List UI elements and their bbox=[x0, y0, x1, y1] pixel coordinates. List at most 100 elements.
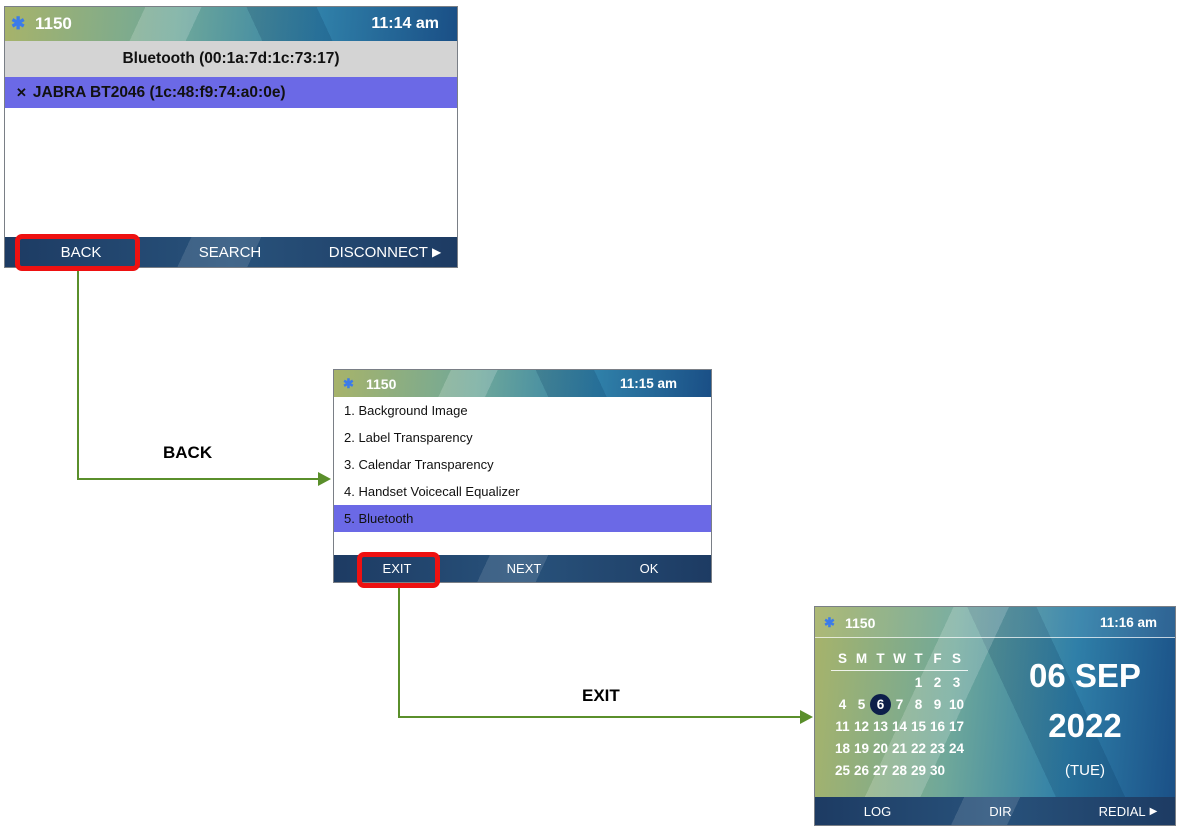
calendar-day: 10 bbox=[948, 697, 965, 712]
calendar-day: 14 bbox=[891, 719, 908, 734]
status-bar: ✱ 1150 11:15 am bbox=[334, 370, 711, 397]
calendar-week-row: 18 19 20 21 22 23 24 bbox=[833, 741, 966, 756]
arrowhead-icon bbox=[318, 472, 331, 486]
calendar-week-row: 1 2 3 bbox=[833, 675, 966, 690]
calendar-day: 27 bbox=[872, 763, 889, 778]
calendar-day: 20 bbox=[872, 741, 889, 756]
menu-item-label: 4. Handset Voicecall Equalizer bbox=[344, 484, 520, 499]
calendar-day: 3 bbox=[952, 675, 961, 690]
calendar-day: 28 bbox=[891, 763, 908, 778]
calendar-day: 23 bbox=[929, 741, 946, 756]
calendar-day bbox=[890, 675, 909, 690]
search-label: SEARCH bbox=[198, 243, 262, 261]
search-button[interactable]: SEARCH bbox=[175, 237, 285, 267]
list-item[interactable]: ✕ JABRA BT2046 (1c:48:f9:74:a0:0e) bbox=[5, 77, 457, 108]
bluetooth-icon: ✱ bbox=[824, 615, 835, 630]
back-highlight bbox=[15, 234, 140, 271]
device-list: ✕ JABRA BT2046 (1c:48:f9:74:a0:0e) bbox=[5, 77, 457, 237]
extension-number: 1150 bbox=[35, 14, 72, 33]
weekday-label: W bbox=[893, 651, 906, 666]
clock-time: 11:16 am bbox=[1099, 615, 1157, 630]
log-button[interactable]: LOG bbox=[840, 797, 915, 825]
calendar-day: 9 bbox=[933, 697, 942, 712]
menu-item-label: 3. Calendar Transparency bbox=[344, 457, 494, 472]
weekday-label: M bbox=[855, 651, 868, 666]
bluetooth-icon: ✱ bbox=[343, 376, 354, 391]
triangle-right-icon: ▶ bbox=[1149, 805, 1158, 817]
calendar-day: 7 bbox=[895, 697, 904, 712]
calendar-day: 15 bbox=[910, 719, 927, 734]
page-title: Bluetooth (00:1a:7d:1c:73:17) bbox=[122, 50, 340, 67]
device-name: JABRA BT2046 (1c:48:f9:74:a0:0e) bbox=[32, 83, 286, 101]
calendar-divider bbox=[831, 670, 968, 671]
ok-button[interactable]: OK bbox=[614, 555, 684, 582]
flow-line bbox=[398, 588, 400, 718]
calendar-day: 24 bbox=[948, 741, 965, 756]
calendar-day: 4 bbox=[838, 697, 847, 712]
flow-line bbox=[398, 716, 802, 718]
softkey-bar: LOG DIR REDIAL ▶ bbox=[815, 797, 1175, 825]
status-bar: ✱ 1150 11:16 am bbox=[815, 607, 1175, 638]
next-button[interactable]: NEXT bbox=[489, 555, 559, 582]
calendar-day: 21 bbox=[891, 741, 908, 756]
weekday-label: T bbox=[914, 651, 923, 666]
flow-line bbox=[77, 271, 79, 480]
dir-button[interactable]: DIR bbox=[963, 797, 1038, 825]
today-number: 6 bbox=[876, 697, 885, 712]
ok-label: OK bbox=[639, 561, 659, 576]
bluetooth-icon: ✱ bbox=[11, 14, 26, 33]
flow-line bbox=[77, 478, 320, 480]
clock-time: 11:15 am bbox=[619, 376, 677, 391]
triangle-right-icon: ▶ bbox=[431, 245, 442, 259]
calendar-day: 2 bbox=[933, 675, 942, 690]
flow-label-back: BACK bbox=[163, 443, 213, 462]
calendar-day: 29 bbox=[910, 763, 927, 778]
disconnect-label: DISCONNECT bbox=[328, 243, 428, 261]
calendar-day: 11 bbox=[835, 719, 850, 734]
arrowhead-icon bbox=[800, 710, 813, 724]
calendar-day: 25 bbox=[834, 763, 851, 778]
menu-item-bluetooth[interactable]: 5. Bluetooth bbox=[334, 505, 711, 532]
menu-item-label: 2. Label Transparency bbox=[344, 430, 473, 445]
calendar-day: 18 bbox=[834, 741, 851, 756]
menu-item-label: 5. Bluetooth bbox=[344, 511, 414, 526]
date-weekday: (TUE) bbox=[1065, 762, 1105, 779]
calendar-day: 26 bbox=[853, 763, 870, 778]
menu-item-background-image[interactable]: 1. Background Image bbox=[334, 397, 711, 424]
calendar-day: 30 bbox=[929, 763, 946, 778]
bluetooth-screen: ✱ 1150 11:14 am Bluetooth (00:1a:7d:1c:7… bbox=[4, 6, 458, 268]
disconnect-button[interactable]: DISCONNECT ▶ bbox=[310, 237, 457, 267]
calendar-week-row: 11 12 13 14 15 16 17 bbox=[833, 719, 966, 734]
weekday-label: S bbox=[837, 651, 847, 666]
calendar-day: 13 bbox=[872, 719, 889, 734]
menu-item-handset-equalizer[interactable]: 4. Handset Voicecall Equalizer bbox=[334, 478, 711, 505]
calendar-day bbox=[852, 675, 871, 690]
calendar-day bbox=[871, 675, 890, 690]
weekday-label: F bbox=[933, 651, 942, 666]
screen-header: Bluetooth (00:1a:7d:1c:73:17) bbox=[5, 41, 457, 77]
menu-item-label-transparency[interactable]: 2. Label Transparency bbox=[334, 424, 711, 451]
extension-number: 1150 bbox=[845, 615, 876, 631]
calendar-day: 16 bbox=[929, 719, 946, 734]
calendar-day: 22 bbox=[910, 741, 927, 756]
calendar-day bbox=[947, 763, 966, 778]
calendar-day: 8 bbox=[914, 697, 923, 712]
exit-highlight bbox=[357, 552, 440, 588]
log-label: LOG bbox=[863, 803, 892, 819]
weekday-label: S bbox=[951, 651, 961, 666]
menu-item-calendar-transparency[interactable]: 3. Calendar Transparency bbox=[334, 451, 711, 478]
calendar-week-row: 25 26 27 28 29 30 bbox=[833, 763, 966, 778]
date-day-month: 06 SEP bbox=[1029, 657, 1141, 694]
dir-label: DIR bbox=[989, 803, 1012, 819]
calendar-day-today: 6 bbox=[870, 694, 891, 715]
idle-calendar-screen: ✱ 1150 11:16 am S M T W T F S 1 2 3 4 5 bbox=[814, 606, 1176, 826]
calendar-day: 5 bbox=[857, 697, 866, 712]
redial-button[interactable]: REDIAL ▶ bbox=[1083, 797, 1173, 825]
status-bar: ✱ 1150 11:14 am bbox=[5, 7, 457, 41]
menu-item-label: 1. Background Image bbox=[344, 403, 468, 418]
settings-menu: 1. Background Image 2. Label Transparenc… bbox=[334, 397, 711, 555]
next-label: NEXT bbox=[506, 561, 542, 576]
settings-menu-screen: ✱ 1150 11:15 am 1. Background Image 2. L… bbox=[333, 369, 712, 583]
calendar-day: 17 bbox=[948, 719, 965, 734]
extension-number: 1150 bbox=[366, 376, 397, 392]
